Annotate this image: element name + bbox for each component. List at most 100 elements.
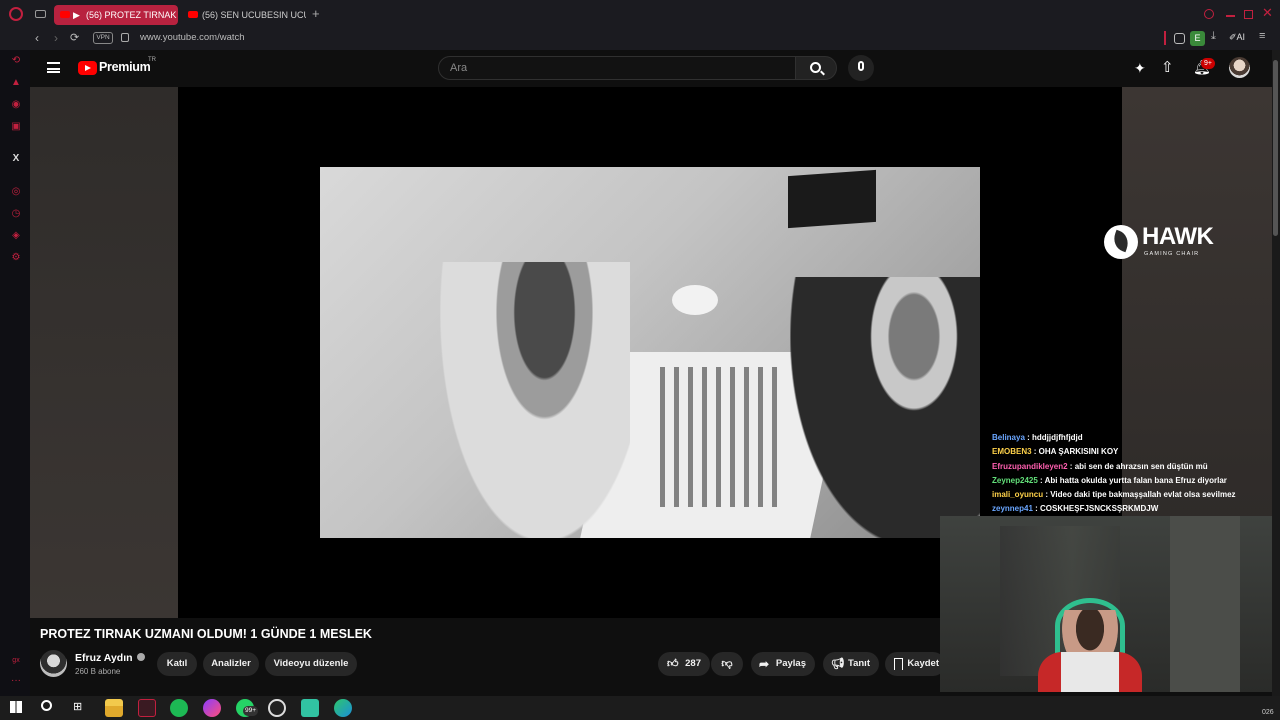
chat-message: EMOBEN3 : OHA ŞARKISINI KOY: [992, 447, 1119, 457]
promote-button[interactable]: 📢︎ Tanıt: [823, 652, 879, 676]
verified-check-icon: [137, 653, 146, 661]
account-avatar[interactable]: [1229, 57, 1250, 78]
spotify-icon[interactable]: [170, 699, 188, 717]
address-bar-row: ‹ › ⟳ VPN www.youtube.com/watch E ⤓ ✐AI …: [0, 28, 1280, 50]
thumbs-up-icon: 👍︎: [667, 658, 679, 670]
close-window-icon[interactable]: ✕: [1262, 5, 1273, 21]
hamburger-middle-line: [47, 67, 60, 70]
edge-icon[interactable]: [334, 699, 352, 717]
chat-user: Efruzupandikleyen2: [992, 461, 1068, 471]
messenger-icon[interactable]: ◉: [9, 98, 23, 112]
player-ambient-left: [30, 87, 178, 618]
tab-overview-icon[interactable]: [35, 10, 46, 18]
video-frame[interactable]: [320, 167, 980, 538]
opera-sidebar: ⟲ ▲ ◉ ▣ X ◎ ◷ ◈ ⚙ gx ···: [0, 50, 30, 696]
chat-text: abi sen de ahrazsın sen düştün mü: [1074, 461, 1208, 471]
settings-icon[interactable]: ⚙: [9, 251, 23, 265]
save-button[interactable]: Kaydet: [885, 652, 945, 676]
minimize-icon[interactable]: [1226, 15, 1235, 17]
new-tab-plus-icon[interactable]: +: [312, 6, 320, 21]
crypto-wallet-icon[interactable]: ▲: [9, 76, 23, 90]
obs-icon[interactable]: [268, 699, 286, 717]
chat-user: EMOBEN3: [992, 447, 1032, 457]
mic-icon: [858, 61, 864, 71]
aria-icon[interactable]: ⟲: [9, 54, 23, 68]
like-count: 287: [685, 658, 701, 669]
youtube-favicon-icon: [188, 11, 198, 18]
windows-start-icon[interactable]: [10, 701, 22, 713]
speaker-icon[interactable]: ▶: [73, 5, 80, 25]
join-button[interactable]: Katıl: [157, 652, 197, 676]
chat-message: imali_oyuncu : Video daki tipe bakmaşşal…: [992, 490, 1236, 500]
file-explorer-icon[interactable]: [105, 699, 123, 717]
opera-gx-taskbar-icon[interactable]: [138, 699, 156, 717]
streamlabs-icon[interactable]: [301, 699, 319, 717]
share-arrow-icon: ➦: [759, 657, 770, 671]
hawk-sponsor-logo: HAWK GAMING CHAIR: [1104, 224, 1214, 260]
upload-icon[interactable]: ⇧: [1161, 58, 1174, 76]
bookmark-icon: [894, 658, 903, 670]
chat-text: hddjjdjfhfjdjd: [1032, 433, 1083, 442]
chat-message: Zeynep2425 : Abi hatta okulda yurtta fal…: [992, 475, 1227, 485]
voice-search-button[interactable]: [848, 55, 874, 81]
chat-user: zeynnep41: [992, 504, 1033, 514]
messenger-taskbar-icon[interactable]: [203, 699, 221, 717]
x-twitter-icon[interactable]: X: [9, 152, 23, 166]
youtube-favicon-icon: [60, 11, 70, 18]
menu-icon[interactable]: ≡: [1259, 30, 1265, 42]
back-icon[interactable]: ‹: [35, 31, 39, 45]
tab-sen-ucubesin[interactable]: (56) SEN UCUBESIN UCU: [182, 5, 306, 25]
taskbar-search-icon[interactable]: [41, 700, 52, 711]
url-text[interactable]: www.youtube.com/watch: [140, 32, 245, 43]
browser-tab-bar: ▶ (56) PROTEZ TIRNAK U (56) SEN UCUBESIN…: [0, 0, 1280, 28]
channel-name[interactable]: Efruz Aydın: [75, 652, 146, 664]
ai-label: AI: [1236, 32, 1246, 42]
video-title: PROTEZ TIRNAK UZMANI OLDUM! 1 GÜNDE 1 ME…: [40, 627, 372, 641]
search-input[interactable]: Ara: [438, 56, 796, 80]
opera-logo-icon[interactable]: [9, 7, 23, 21]
pinboard-icon[interactable]: ◈: [9, 229, 23, 243]
maximize-icon[interactable]: [1244, 10, 1253, 19]
extension-e-badge[interactable]: E: [1190, 31, 1205, 46]
share-button[interactable]: ➦ Paylaş: [751, 652, 815, 676]
analytics-button[interactable]: Analizler: [203, 652, 259, 676]
like-button[interactable]: 👍︎ 287: [658, 652, 710, 676]
history-icon[interactable]: ◷: [9, 207, 23, 221]
tab-protez-tirnak[interactable]: ▶ (56) PROTEZ TIRNAK U: [54, 5, 178, 25]
edit-video-button[interactable]: Videoyu düzenle: [265, 652, 357, 676]
vpn-badge[interactable]: VPN: [93, 32, 113, 44]
subscriber-count: 260 B abone: [75, 667, 121, 676]
channel-avatar[interactable]: [40, 650, 67, 677]
extensions-icon[interactable]: [1174, 33, 1185, 44]
chat-text: COSKHEŞFJSNCKSŞRKMDJW: [1040, 504, 1159, 514]
dislike-button[interactable]: 👎︎: [711, 652, 743, 676]
music-player-icon[interactable]: ◎: [9, 185, 23, 199]
player-icon[interactable]: ▣: [9, 120, 23, 134]
search-button[interactable]: [795, 56, 837, 80]
reload-icon[interactable]: ⟳: [70, 31, 79, 44]
lock-icon[interactable]: [121, 33, 129, 42]
hamburger-menu-icon[interactable]: [47, 62, 60, 73]
search-tabs-icon[interactable]: [1204, 9, 1214, 19]
forward-icon[interactable]: ›: [54, 31, 58, 45]
nail-polish-bottles: [660, 367, 780, 507]
chat-user: Zeynep2425: [992, 475, 1038, 485]
task-view-icon[interactable]: ⊞: [73, 700, 82, 713]
gx-icon[interactable]: gx: [9, 654, 23, 668]
tv-on-wall: [788, 169, 876, 229]
search-icon-handle: [820, 70, 825, 76]
chat-message: zeynnep41 : COSKHEŞFJSNCKSŞRKMDJW: [992, 504, 1159, 514]
chat-message: Efruzupandikleyen2 : abi sen de ahrazsın…: [992, 461, 1208, 471]
create-icon[interactable]: ✦: [1134, 60, 1146, 77]
ai-button[interactable]: ✐AI: [1229, 32, 1245, 43]
tab-label: (56) SEN UCUBESIN UCU: [202, 10, 306, 20]
download-icon[interactable]: ⤓: [1211, 30, 1216, 43]
more-dots-icon[interactable]: ···: [9, 674, 23, 688]
windows-taskbar: [0, 696, 1280, 720]
promote-label: Tanıt: [848, 658, 870, 669]
pinned-accent: [1164, 31, 1166, 45]
chat-message: Belinaya : hddjjdjfhfjdjd: [992, 433, 1083, 442]
taskbar-clock: 026: [1262, 709, 1274, 716]
notification-count-badge: 9+: [1201, 58, 1215, 69]
scrollbar-thumb[interactable]: [1273, 60, 1278, 236]
